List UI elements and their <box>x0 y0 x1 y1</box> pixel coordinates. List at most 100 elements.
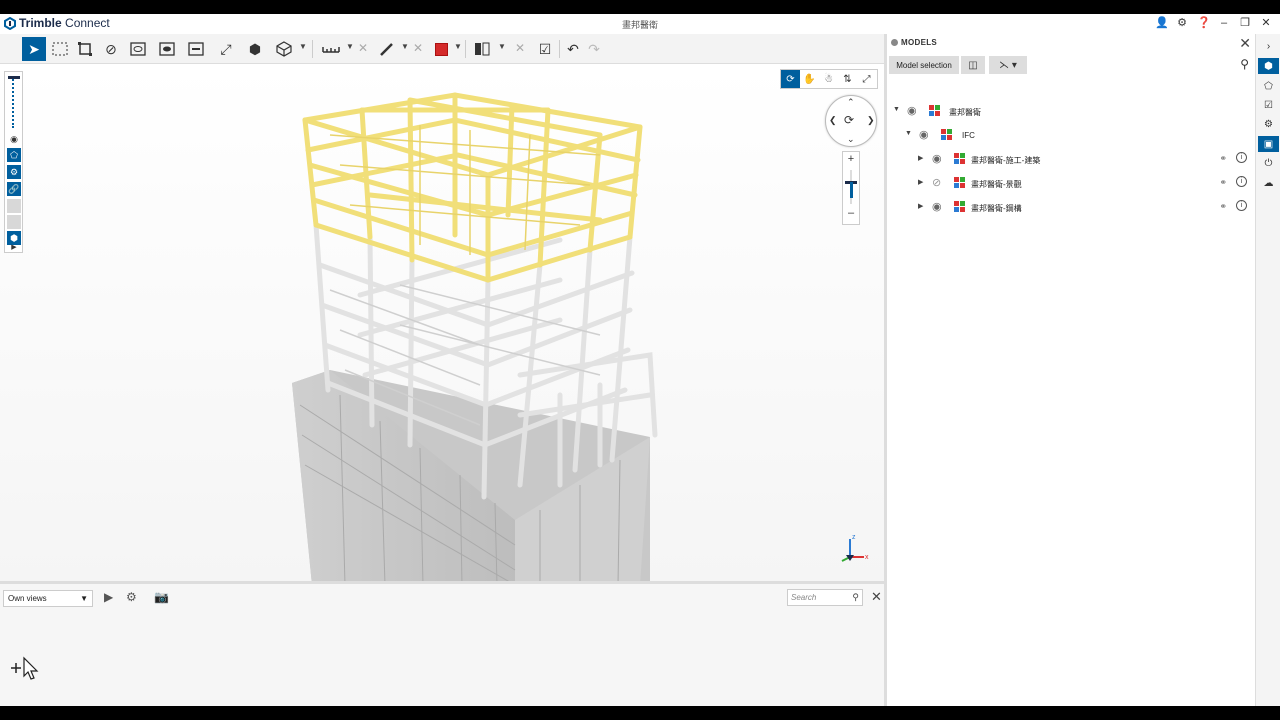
eye-icon[interactable]: ◉ <box>932 200 942 213</box>
section-button[interactable] <box>155 37 179 61</box>
eye-icon[interactable]: ◉ <box>7 132 21 146</box>
chevron-left-icon[interactable]: ❮ <box>829 115 837 126</box>
minimize-icon[interactable]: – <box>1218 17 1230 29</box>
link-icon[interactable]: ⚭ <box>1219 177 1227 188</box>
walk-icon[interactable]: ☃ <box>819 70 838 88</box>
user-icon[interactable]: 👤 <box>1155 16 1169 29</box>
cloud-rail-icon[interactable]: ☁ <box>1258 175 1279 191</box>
building-model[interactable] <box>0 65 884 581</box>
search-icon[interactable]: ⚲ <box>852 592 859 603</box>
tree-row-project[interactable]: ▼ ◉ 畫邦醫衛 <box>887 102 1255 120</box>
section-box-icon <box>188 42 204 56</box>
color-picker-button[interactable] <box>429 37 453 61</box>
model-color-icon <box>954 153 965 164</box>
color-caret-icon[interactable]: ▼ <box>454 42 462 51</box>
gear-icon[interactable]: ⚙ <box>1176 16 1188 29</box>
title-bar: Trimble Connect 畫邦醫衛 👤 ⚙ ❓ – ❐ ✕ <box>0 14 1280 34</box>
pen-caret-icon[interactable]: ▼ <box>401 42 409 51</box>
view-cube-caret-icon[interactable]: ▼ <box>299 42 307 51</box>
info-icon[interactable]: i <box>1236 200 1247 211</box>
measure-caret-icon[interactable]: ▼ <box>346 42 354 51</box>
close-views-icon[interactable]: ✕ <box>871 589 882 605</box>
camera-icon[interactable]: 📷 <box>154 590 169 604</box>
fullscreen-icon[interactable]: ⤢ <box>857 70 876 88</box>
close-models-icon[interactable]: ✕ <box>1239 35 1251 52</box>
collapsed-triangle-icon[interactable]: ▶ <box>918 178 923 186</box>
3d-viewport[interactable]: ◉ ⬠ ⚙ 🔗 ⬢ ▶ ⟳ ✋ ☃ ⇅ ⤢ ⌃ ⌄ ❮ ❯ ⟳ + – z x <box>0 65 884 581</box>
link-icon[interactable]: 🔗 <box>7 182 21 196</box>
model-filter-button[interactable]: ◫ <box>961 56 985 74</box>
disabled-tool-icon-2[interactable] <box>7 215 21 229</box>
orbit-center-icon[interactable]: ⟳ <box>844 113 854 127</box>
shield-icon[interactable]: ⬠ <box>7 148 21 162</box>
clear-clip-icon[interactable]: ✕ <box>515 41 525 55</box>
orbit-icon[interactable]: ⟳ <box>781 70 800 88</box>
expand-triangle-icon[interactable]: ▼ <box>893 106 900 113</box>
views-rail-icon[interactable]: ▣ <box>1258 136 1279 152</box>
help-icon[interactable]: ❓ <box>1197 16 1211 29</box>
disabled-tool-icon[interactable] <box>7 199 21 213</box>
section-box-button[interactable] <box>184 37 208 61</box>
settings-rail-icon[interactable]: ⚙ <box>1258 116 1279 132</box>
eye-icon[interactable]: ◉ <box>919 128 929 141</box>
eye-slash-icon[interactable]: ⊘ <box>932 176 941 189</box>
expand-triangle-icon[interactable]: ▼ <box>905 130 912 137</box>
level-slider[interactable] <box>8 76 20 128</box>
checklist-icon: ☑ <box>538 40 552 57</box>
model-selection-button[interactable]: Model selection <box>889 56 959 74</box>
restore-icon[interactable]: ❐ <box>1239 16 1251 29</box>
power-rail-icon[interactable]: ⏻ <box>1258 155 1279 171</box>
models-rail-icon[interactable]: ⬢ <box>1258 58 1279 74</box>
clear-measure-icon[interactable]: ✕ <box>358 41 368 55</box>
box-select-icon <box>52 42 68 56</box>
model-compare-button[interactable]: ⋋ ▾ <box>989 56 1027 74</box>
fit-selection-button[interactable] <box>73 37 97 61</box>
link-icon[interactable]: ⚭ <box>1219 153 1227 164</box>
info-icon[interactable]: i <box>1236 176 1247 187</box>
info-icon[interactable]: i <box>1236 152 1247 163</box>
select-tool-button[interactable]: ➤ <box>22 37 46 61</box>
clip-caret-icon[interactable]: ▼ <box>498 42 506 51</box>
box-select-button[interactable] <box>48 37 72 61</box>
rotate-arrows-icon[interactable]: ⇅ <box>838 70 857 88</box>
zoom-out-icon[interactable]: – <box>843 207 859 219</box>
settings-icon[interactable]: ⚙ <box>7 165 21 179</box>
chevron-down-icon[interactable]: ⌄ <box>847 134 855 145</box>
clip-plane-button[interactable] <box>470 37 494 61</box>
views-settings-icon[interactable]: ⚙ <box>126 590 137 604</box>
viewer-toolbar: ➤ ⊘ ⤢ ⬢ ▼ ▼ ✕ ▼ ✕ ▼ ▼ ✕ ☑ ↶ ↷ <box>0 34 886 64</box>
isolate-button[interactable] <box>126 37 150 61</box>
navigation-wheel[interactable]: ⌃ ⌄ ❮ ❯ ⟳ <box>825 95 877 147</box>
tree-row-ifc[interactable]: ▼ ◉ IFC <box>887 126 1255 144</box>
hide-button[interactable]: ⊘ <box>99 37 123 61</box>
link-icon[interactable]: ⚭ <box>1219 201 1227 212</box>
view-cube-button[interactable] <box>272 37 296 61</box>
play-icon[interactable]: ▶ <box>7 240 21 254</box>
fit-all-button[interactable]: ⤢ <box>214 37 238 61</box>
models-search-icon[interactable]: ⚲ <box>1240 57 1249 71</box>
objects-rail-icon[interactable]: ⬠ <box>1258 78 1279 94</box>
objects-button[interactable]: ⬢ <box>243 37 267 61</box>
checklist-button[interactable]: ☑ <box>533 37 557 61</box>
chevron-right-icon[interactable]: ❯ <box>867 115 875 126</box>
chevron-up-icon[interactable]: ⌃ <box>847 97 855 108</box>
measure-button[interactable] <box>319 37 343 61</box>
tree-row-steel[interactable]: ▶ ◉ 畫邦醫衛-鋼構 ⚭ i <box>887 198 1255 216</box>
zoom-in-icon[interactable]: + <box>843 153 859 165</box>
eye-icon[interactable]: ◉ <box>932 152 942 165</box>
play-views-icon[interactable]: ▶ <box>104 590 113 604</box>
markup-pen-button[interactable] <box>375 37 399 61</box>
collapsed-triangle-icon[interactable]: ▶ <box>918 154 923 162</box>
close-window-icon[interactable]: ✕ <box>1260 16 1272 29</box>
checklist-rail-icon[interactable]: ☑ <box>1258 97 1279 113</box>
clear-markup-icon[interactable]: ✕ <box>413 41 423 55</box>
tree-row-architecture[interactable]: ▶ ◉ 畫邦醫衛-施工-建築 ⚭ i <box>887 150 1255 168</box>
redo-button[interactable]: ↷ <box>582 37 606 61</box>
collapse-panel-icon[interactable]: › <box>1258 38 1279 54</box>
collapsed-triangle-icon[interactable]: ▶ <box>918 202 923 210</box>
tree-row-landscape[interactable]: ▶ ⊘ 畫邦醫衛-景觀 ⚭ i <box>887 174 1255 192</box>
eye-icon[interactable]: ◉ <box>907 104 917 117</box>
pan-hand-icon[interactable]: ✋ <box>800 70 819 88</box>
views-dropdown[interactable]: Own views ▼ <box>3 590 93 607</box>
views-search-input[interactable]: Search ⚲ <box>787 589 863 606</box>
